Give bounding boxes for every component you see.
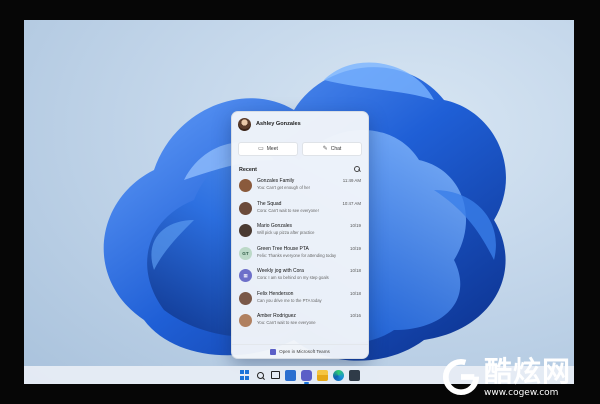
edge-icon[interactable] [332, 369, 344, 381]
chat-name: Amber Rodriguez [257, 313, 296, 319]
chat-item[interactable]: The Squad 10:47 AM Cora: Can't wait to s… [236, 199, 364, 222]
store-icon[interactable] [348, 369, 360, 381]
chat-time: 11:49 AM [342, 178, 361, 183]
desktop: Ashley Gonzales ▭ Meet ✎ Chat Recent Gon… [24, 20, 574, 384]
chat-name: Mario Gonzales [257, 223, 293, 229]
teams-icon [270, 348, 277, 355]
chat-name: Felix Henderson [257, 290, 294, 297]
flyout-header: Ashley Gonzales [232, 112, 368, 136]
recent-label: Recent [239, 166, 257, 173]
watermark-title: 酷炫网 [484, 355, 572, 388]
chat-time: 10/19 [350, 223, 361, 228]
video-camera-icon: ▭ [258, 146, 264, 152]
windows-start-icon[interactable] [239, 370, 250, 381]
user-avatar[interactable] [238, 117, 251, 131]
screen-frame: Ashley Gonzales ▭ Meet ✎ Chat Recent Gon… [0, 0, 600, 404]
chat-avatar: GT [239, 246, 252, 260]
chat-time: 10/16 [350, 313, 361, 318]
chat-button[interactable]: ✎ Chat [302, 142, 362, 156]
chat-preview: Can you drive me to the PTA today [257, 297, 322, 303]
teams-chat-flyout: Ashley Gonzales ▭ Meet ✎ Chat Recent Gon… [231, 111, 369, 359]
chat-time: 10:47 AM [342, 200, 361, 206]
task-view-icon[interactable] [270, 371, 280, 379]
calendar-icon: ▦ [239, 269, 252, 282]
chat-item[interactable]: Mario Gonzales 10/19 Will pick up pizza … [236, 221, 364, 244]
meet-button[interactable]: ▭ Meet [238, 142, 298, 156]
search-icon[interactable] [255, 370, 266, 381]
chat-avatar [239, 201, 252, 215]
chat-item[interactable]: ▦ Weekly jog with Cora 10/18 Cora: I am … [236, 266, 364, 289]
file-explorer-icon[interactable] [316, 369, 328, 381]
chat-time: 10/18 [350, 290, 361, 296]
chat-item[interactable]: Amber Rodriguez 10/16 You: Can't wait to… [236, 311, 364, 334]
chat-preview: Cora: Can't wait to see everyone! [257, 207, 319, 213]
chat-time: 10/18 [350, 268, 361, 273]
chat-preview: You: Can't wait to see everyone [257, 320, 316, 325]
chat-item[interactable]: Gonzales Family 11:49 AM You: Can't get … [236, 176, 364, 199]
widgets-icon[interactable] [284, 369, 296, 381]
chat-avatar [239, 314, 252, 327]
watermark: 酷炫网 www.cogew.com [442, 356, 592, 402]
chat-avatar [239, 224, 252, 237]
search-icon[interactable] [354, 166, 361, 173]
chat-item[interactable]: Felix Henderson 10/18 Can you drive me t… [236, 289, 364, 312]
chat-name: The Squad [257, 200, 282, 207]
chat-avatar [239, 291, 252, 305]
watermark-url: www.cogew.com [484, 388, 559, 398]
meet-label: Meet [266, 146, 278, 152]
compose-icon: ✎ [322, 146, 328, 152]
chat-preview: Will pick up pizza after practice [257, 230, 315, 235]
chat-preview: You: Can't get enough of her [257, 185, 311, 190]
chat-list: Gonzales Family 11:49 AM You: Can't get … [232, 176, 368, 334]
open-in-teams-link[interactable]: Open in Microsoft Teams [232, 344, 368, 358]
chat-time: 10/19 [350, 245, 361, 251]
watermark-logo-icon [442, 358, 480, 396]
chat-item[interactable]: GT Green Tree House PTA 10/19 Felix: Tha… [236, 244, 364, 267]
chat-name: Weekly jog with Cora [257, 268, 304, 274]
chat-name: Green Tree House PTA [257, 245, 309, 252]
flyout-actions: ▭ Meet ✎ Chat [232, 136, 368, 156]
chat-avatar [239, 179, 252, 192]
chat-preview: Felix: Thanks everyone for attending tod… [257, 252, 337, 258]
user-name: Ashley Gonzales [256, 121, 301, 127]
chat-label: Chat [330, 146, 342, 152]
teams-chat-icon[interactable] [300, 369, 312, 384]
chat-preview: Cora: I am so behind on my step goals [257, 275, 329, 280]
chat-name: Gonzales Family [257, 178, 295, 184]
open-in-teams-label: Open in Microsoft Teams [279, 349, 330, 354]
recent-header: Recent [232, 156, 368, 176]
